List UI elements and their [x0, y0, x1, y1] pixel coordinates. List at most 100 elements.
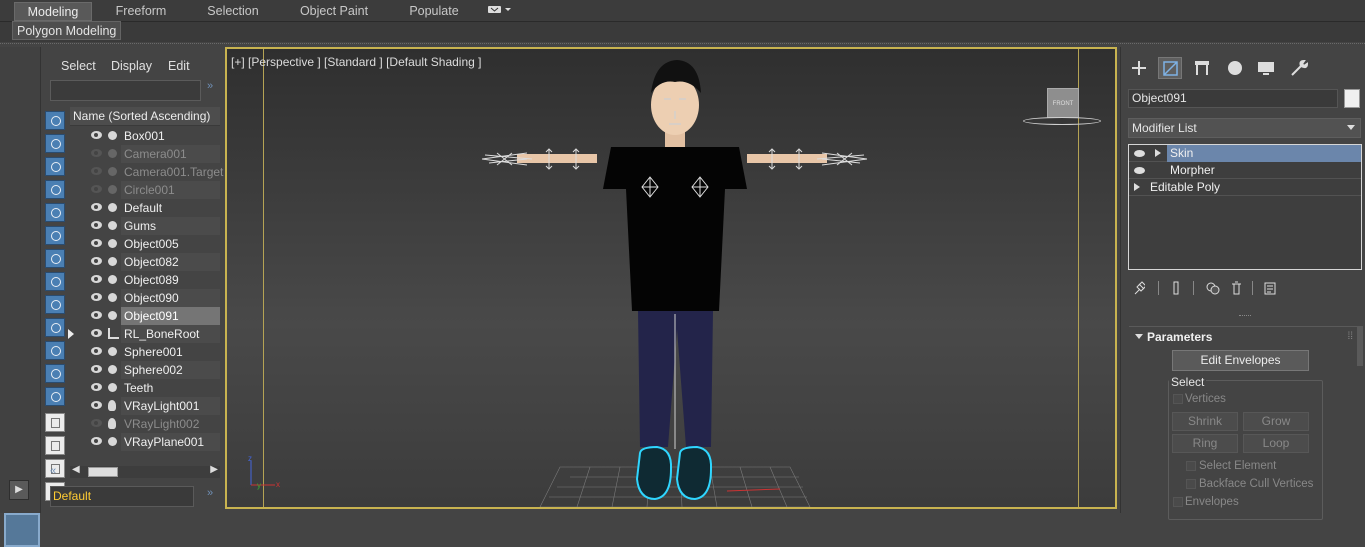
viewcube[interactable]: FRONT [1047, 88, 1079, 118]
visibility-eye-icon[interactable] [91, 221, 102, 229]
list-item[interactable]: VRayLight002 [70, 415, 220, 433]
envelopes-checkbox[interactable] [1173, 497, 1183, 507]
layer-dropdown[interactable]: Default [50, 486, 194, 507]
visibility-eye-icon[interactable] [91, 149, 102, 157]
utilities-tab[interactable] [1286, 57, 1310, 79]
list-item[interactable]: Gums [70, 217, 220, 235]
grow-button[interactable]: Grow [1243, 412, 1309, 431]
modify-tab[interactable] [1158, 57, 1182, 79]
list-item[interactable]: Sphere001 [70, 343, 220, 361]
visibility-eye-icon[interactable] [91, 131, 102, 139]
trash-icon[interactable] [1230, 281, 1242, 295]
list-item[interactable]: Object082 [70, 253, 220, 271]
object-color-swatch[interactable] [1344, 89, 1360, 108]
vertices-checkbox[interactable] [1173, 394, 1183, 404]
ribbon-options-button[interactable] [484, 2, 514, 21]
list-item[interactable]: Object090 [70, 289, 220, 307]
geometry-filter-icon[interactable] [45, 134, 65, 153]
scrollbar-thumb[interactable] [88, 467, 118, 477]
list-item[interactable]: Object091 [70, 307, 220, 325]
display-none-icon[interactable] [45, 111, 65, 130]
shrink-button[interactable]: Shrink [1172, 412, 1238, 431]
list-item[interactable]: Circle001 [70, 181, 220, 199]
horizontal-scrollbar[interactable]: « ◀ ▶ [50, 464, 220, 478]
stack-item-morpher[interactable]: Morpher [1129, 162, 1361, 179]
viewport-layout-button[interactable] [4, 513, 40, 547]
lights-filter-icon[interactable] [45, 180, 65, 199]
stack-item-skin[interactable]: Skin [1129, 145, 1361, 162]
visibility-eye-icon[interactable] [91, 311, 102, 319]
list-item[interactable]: Default [70, 199, 220, 217]
stack-item-editable-poly[interactable]: Editable Poly [1129, 179, 1361, 196]
list-item[interactable]: Object089 [70, 271, 220, 289]
select-none-icon[interactable] [45, 436, 65, 455]
search-input[interactable] [50, 80, 201, 101]
tab-selection[interactable]: Selection [196, 2, 270, 21]
parameters-rollout-header[interactable]: Parameters ⁞⁞ [1129, 326, 1357, 346]
backface-cull-checkbox[interactable] [1186, 479, 1196, 489]
list-item[interactable]: Object005 [70, 235, 220, 253]
shapes-filter-icon[interactable] [45, 157, 65, 176]
frozen-filter-icon[interactable] [45, 364, 65, 383]
visibility-eye-icon[interactable] [91, 293, 102, 301]
spacewarps-filter-icon[interactable] [45, 249, 65, 268]
list-item[interactable]: Camera001.Target [70, 163, 223, 181]
tab-object-paint[interactable]: Object Paint [293, 2, 375, 21]
xrefs-filter-icon[interactable] [45, 295, 65, 314]
containers-filter-icon[interactable] [45, 341, 65, 360]
tab-populate[interactable]: Populate [398, 2, 470, 21]
visibility-eye-icon[interactable] [91, 239, 102, 247]
perspective-viewport[interactable]: [+] [Perspective ] [Standard ] [Default … [225, 47, 1117, 509]
motion-tab[interactable] [1223, 57, 1247, 79]
list-item[interactable]: RL_BoneRoot [68, 325, 220, 343]
menu-select[interactable]: Select [61, 59, 96, 73]
tab-modeling[interactable]: Modeling [14, 2, 92, 21]
helpers-filter-icon[interactable] [45, 226, 65, 245]
tab-freeform[interactable]: Freeform [104, 2, 178, 21]
show-end-result-icon[interactable] [1170, 281, 1182, 295]
visibility-eye-icon[interactable] [91, 167, 102, 175]
object-name-field[interactable]: Object091 [1128, 89, 1338, 108]
create-tab[interactable] [1127, 57, 1151, 79]
visibility-eye-icon[interactable] [91, 275, 102, 283]
select-element-checkbox[interactable] [1186, 461, 1196, 471]
expand-arrow-button[interactable]: ▶ [9, 480, 29, 500]
visibility-eye-icon[interactable] [91, 347, 102, 355]
column-header-name[interactable]: Name (Sorted Ascending) [70, 107, 220, 126]
ring-button[interactable]: Ring [1172, 434, 1238, 453]
expand-caret-icon[interactable] [68, 329, 74, 339]
list-item[interactable]: VRayLight001 [70, 397, 220, 415]
menu-edit[interactable]: Edit [168, 59, 190, 73]
expand-caret-icon[interactable] [1155, 149, 1161, 157]
expand-caret-icon[interactable] [1134, 183, 1140, 191]
menu-display[interactable]: Display [111, 59, 152, 73]
visibility-eye-icon[interactable] [91, 203, 102, 211]
cameras-filter-icon[interactable] [45, 203, 65, 222]
edit-envelopes-button[interactable]: Edit Envelopes [1172, 350, 1309, 371]
make-unique-icon[interactable] [1205, 281, 1221, 295]
scroll-right-icon[interactable]: ▶ [210, 464, 218, 475]
list-item[interactable]: Box001 [70, 127, 220, 145]
modifier-list-dropdown[interactable]: Modifier List [1128, 118, 1361, 138]
visibility-eye-icon[interactable] [91, 185, 102, 193]
list-item[interactable]: Camera001 [70, 145, 220, 163]
tab-polygon-modeling[interactable]: Polygon Modeling [12, 21, 122, 40]
modifier-toggle-eye-icon[interactable] [1134, 150, 1145, 157]
viewcube-compass[interactable] [1023, 117, 1101, 125]
character-model[interactable] [227, 49, 1115, 507]
visibility-eye-icon[interactable] [91, 401, 102, 409]
visibility-eye-icon[interactable] [91, 383, 102, 391]
hierarchy-tab[interactable] [1190, 57, 1214, 79]
groups-filter-icon[interactable] [45, 272, 65, 291]
visibility-eye-icon[interactable] [91, 257, 102, 265]
visibility-eye-icon[interactable] [91, 329, 102, 337]
bones-filter-icon[interactable] [45, 318, 65, 337]
collapse-panel-icon[interactable]: « [50, 465, 56, 477]
visibility-eye-icon[interactable] [91, 437, 102, 445]
list-item[interactable]: VRayPlane001 [70, 433, 220, 451]
list-item[interactable]: Sphere002 [70, 361, 220, 379]
list-item[interactable]: Teeth [70, 379, 220, 397]
expand-panel-icon[interactable]: » [207, 80, 213, 92]
configure-sets-icon[interactable] [1264, 281, 1276, 295]
rollout-grip-icon[interactable]: ⁞⁞ [1347, 327, 1353, 347]
